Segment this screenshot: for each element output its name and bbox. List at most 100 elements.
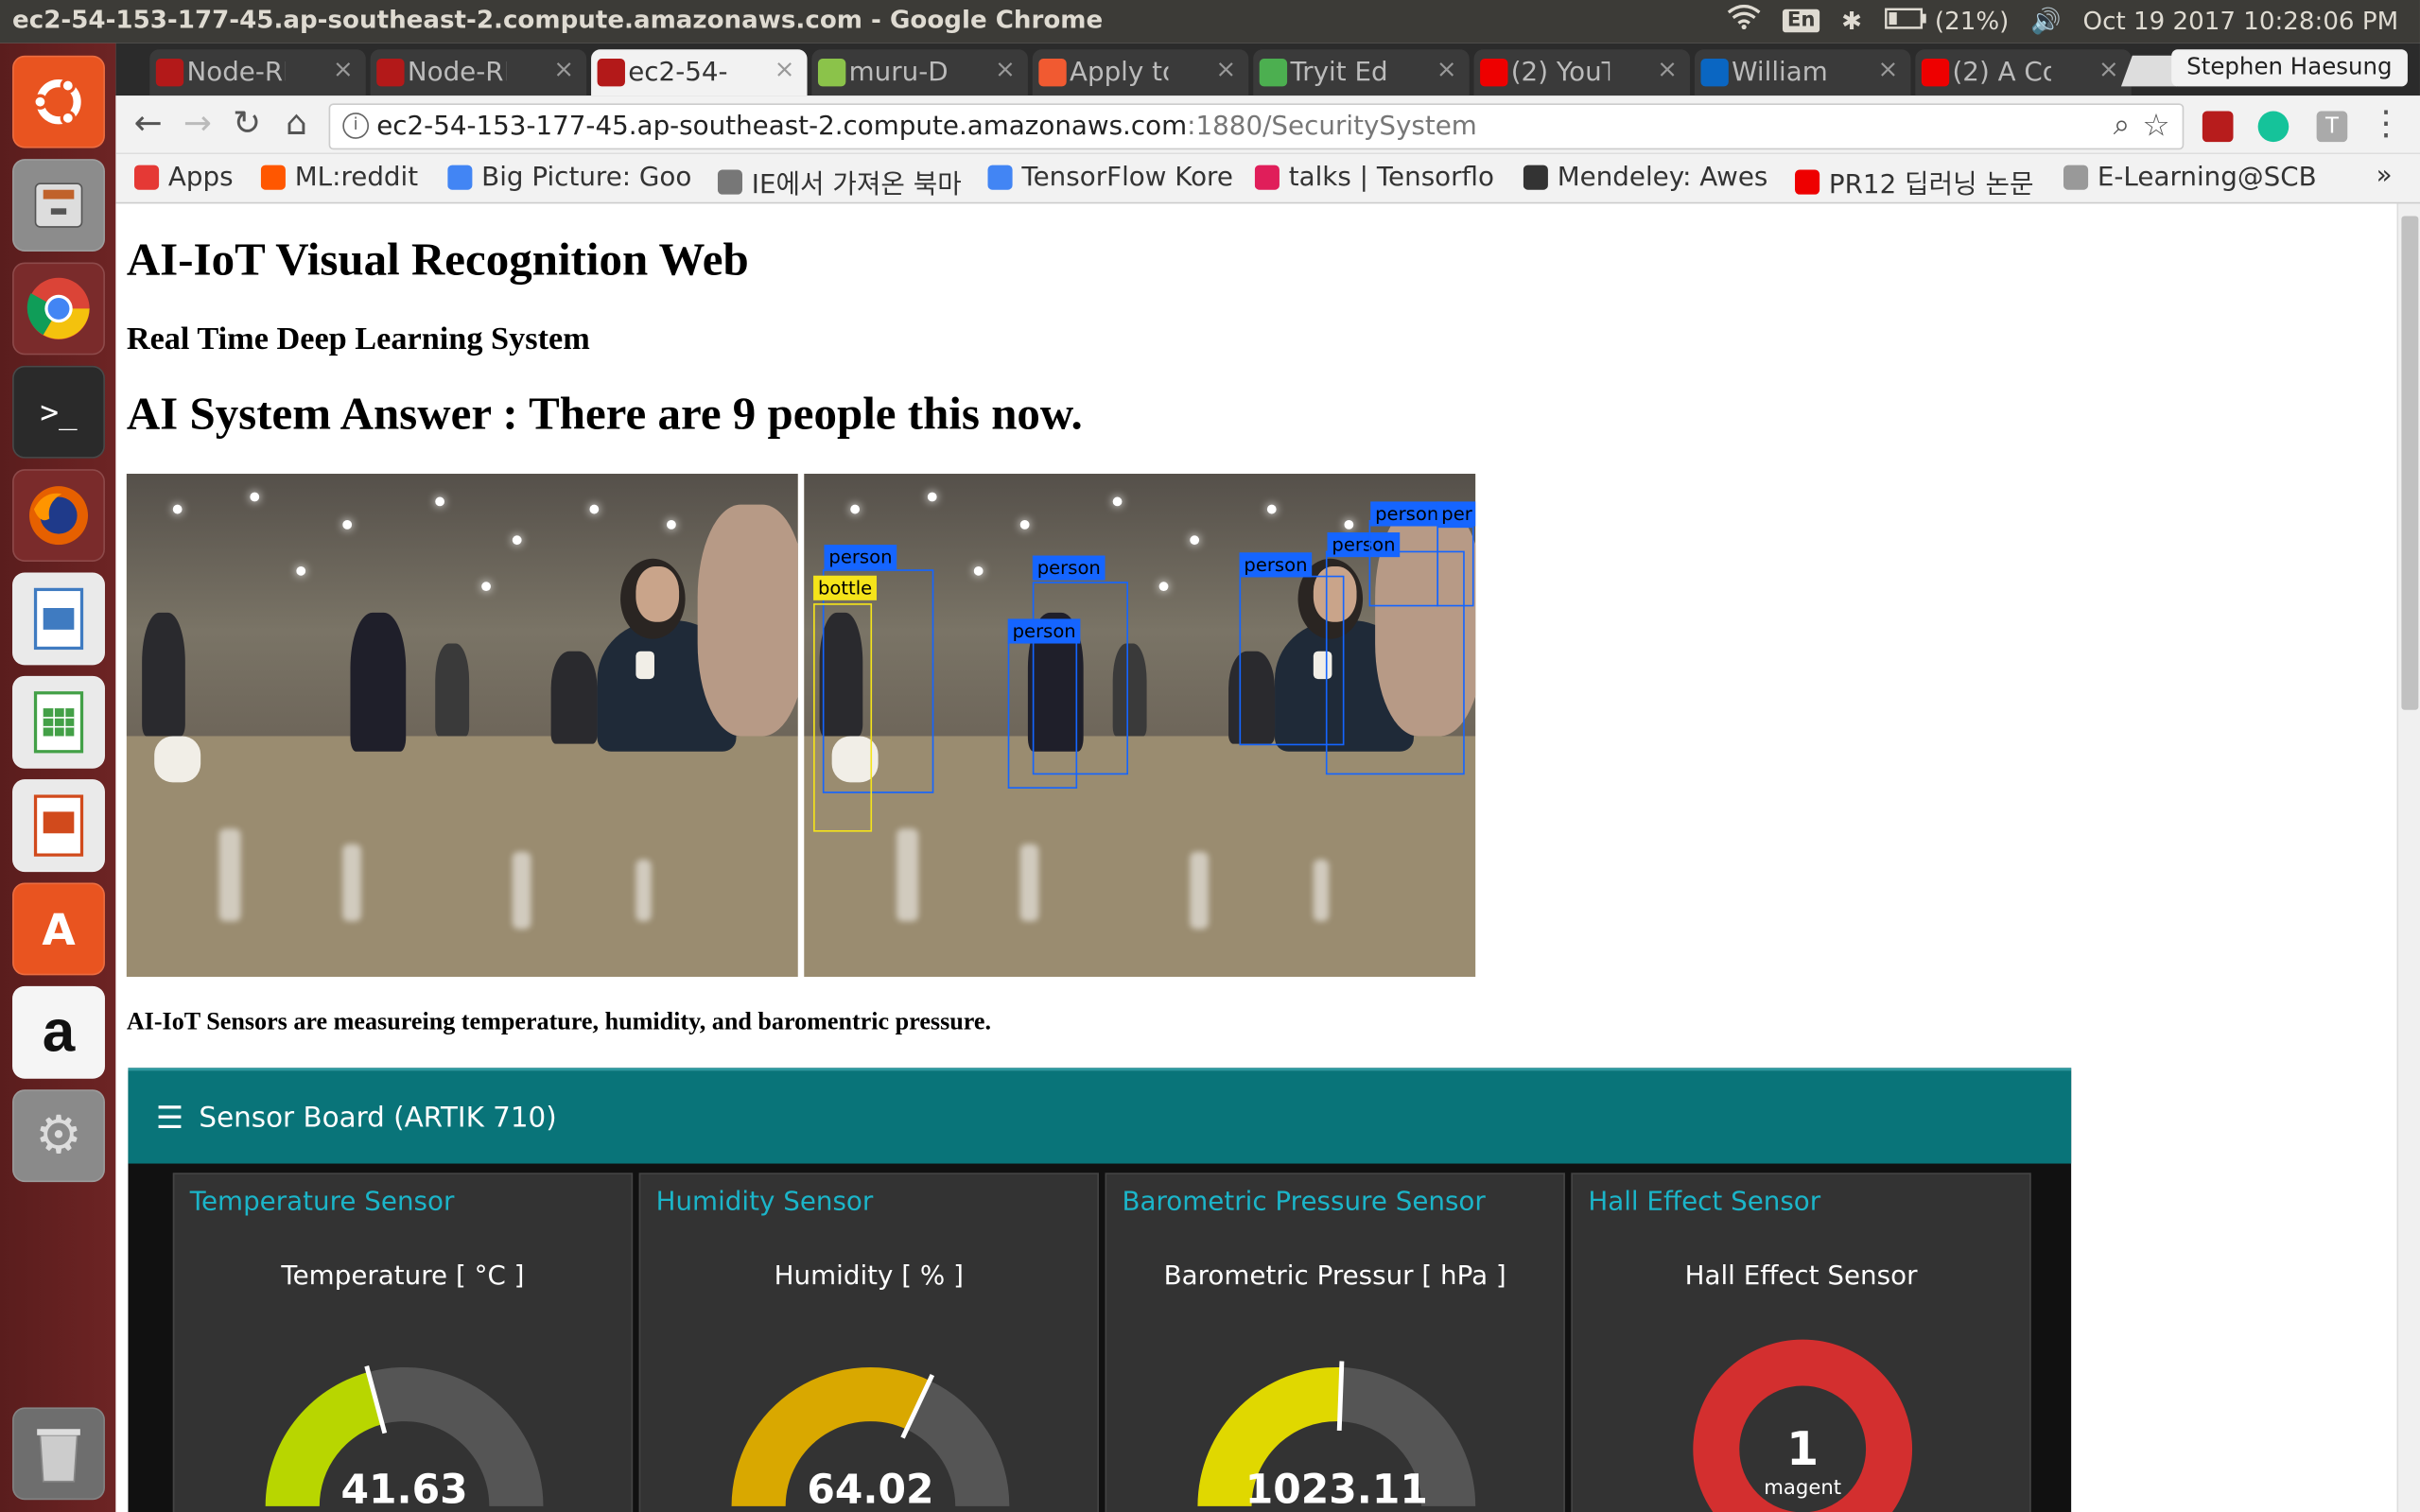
ubuntu-icon[interactable]: [12, 55, 105, 148]
mendeley-extension-icon[interactable]: [2202, 111, 2234, 143]
chrome-icon[interactable]: [12, 262, 105, 356]
software-center-icon[interactable]: A: [12, 882, 105, 976]
close-tab-icon[interactable]: ×: [1657, 54, 1678, 83]
donut-unit: magent: [1764, 1476, 1841, 1500]
keyboard-layout-indicator[interactable]: En: [1782, 8, 1820, 32]
grammarly-extension-icon[interactable]: [2257, 111, 2289, 143]
impress-icon[interactable]: [12, 779, 105, 873]
bookmark-item[interactable]: ML:reddit: [260, 162, 418, 193]
browser-toolbar: ← → ↻ ⌂ i ec2-54-153-177-45.ap-southeast…: [115, 96, 2420, 155]
bookmark-icon: [260, 165, 286, 190]
bookmark-item[interactable]: TensorFlow Kore: [987, 162, 1233, 193]
profile-button[interactable]: Stephen Haesung: [2170, 49, 2408, 87]
camera-image: [126, 474, 798, 978]
battery-icon: [1884, 7, 1925, 28]
tab[interactable]: (2) A Cou ×: [1915, 49, 2132, 96]
page-subtitle: Real Time Deep Learning System: [126, 319, 590, 356]
tab-favicon-icon: [597, 59, 625, 87]
bookmark-item[interactable]: IE에서 가져온 북마: [717, 162, 962, 201]
sensor-card: Barometric Pressure Sensor Barometric Pre…: [1105, 1173, 1565, 1512]
battery-indicator[interactable]: (21%): [1884, 6, 2009, 35]
detection-box: [813, 603, 873, 832]
bookmark-star-icon[interactable]: ☆: [2142, 107, 2169, 144]
terminal-icon[interactable]: >_: [12, 365, 105, 459]
scrollbar-thumb[interactable]: [2401, 216, 2419, 710]
tab[interactable]: (2) YouTu ×: [1473, 49, 1691, 96]
bookmark-item[interactable]: PR12 딥러닝 논문: [1795, 162, 2033, 200]
forward-button[interactable]: →: [178, 105, 218, 144]
back-button[interactable]: ←: [128, 105, 167, 144]
bookmark-item[interactable]: E-Learning@SCB: [2063, 162, 2317, 193]
detection-label: person: [1032, 555, 1106, 581]
bookmark-item[interactable]: talks | Tensorflo: [1254, 162, 1495, 193]
tab[interactable]: William Y ×: [1694, 49, 1911, 96]
firefox-icon[interactable]: [12, 469, 105, 563]
unity-launcher: >_ A a ⚙: [0, 43, 116, 1512]
close-tab-icon[interactable]: ×: [1877, 54, 1898, 83]
bookmarks-overflow-button[interactable]: »: [2376, 161, 2393, 192]
dashboard-header: ☰ Sensor Board (ARTIK 710): [128, 1070, 2072, 1164]
bluetooth-icon[interactable]: ✱: [1841, 6, 1862, 35]
gauge: 64.02%0100: [731, 1366, 1010, 1512]
close-tab-icon[interactable]: ×: [1436, 54, 1457, 83]
writer-icon[interactable]: [12, 572, 105, 666]
bookmark-item[interactable]: Big Picture: Goo: [447, 162, 691, 193]
files-icon[interactable]: [12, 159, 105, 252]
close-tab-icon[interactable]: ×: [553, 54, 574, 83]
window-title: ec2-54-153-177-45.ap-southeast-2.compute…: [12, 4, 1104, 34]
volume-icon[interactable]: 🔊: [2030, 6, 2062, 35]
bookmark-icon: [447, 165, 473, 190]
close-tab-icon[interactable]: ×: [333, 54, 354, 83]
tab[interactable]: Node-RE ×: [370, 49, 587, 96]
tab-label: Node-RE: [407, 57, 506, 89]
detection-label: bottle: [813, 575, 878, 600]
info-icon[interactable]: i: [342, 113, 370, 139]
close-tab-icon[interactable]: ×: [2098, 54, 2119, 83]
detection-box: [1368, 519, 1439, 607]
page-scrollbar[interactable]: [2396, 203, 2420, 1512]
trash-icon[interactable]: [12, 1407, 105, 1501]
bookmark-item[interactable]: Apps: [133, 162, 234, 193]
web-page: AI-IoT Visual Recognition Web Real Time …: [115, 203, 2397, 1512]
close-tab-icon[interactable]: ×: [775, 54, 795, 83]
detection-label: person: [1007, 618, 1081, 644]
detection-image: person bottle person person person perso…: [804, 474, 1476, 978]
sensor-card: Temperature Sensor Temperature [ °C ] 41.6…: [172, 1173, 634, 1512]
zoom-icon[interactable]: ⌕: [2114, 108, 2130, 142]
wifi-icon[interactable]: [1727, 4, 1761, 36]
reload-button[interactable]: ↻: [227, 105, 267, 144]
tab-label: Tryit Edit: [1290, 57, 1388, 89]
tab-favicon-icon: [1038, 59, 1067, 87]
close-tab-icon[interactable]: ×: [1215, 54, 1236, 83]
address-bar[interactable]: i ec2-54-153-177-45.ap-southeast-2.compu…: [328, 103, 2185, 150]
gauge: 1023.11hPa02000: [1197, 1361, 1476, 1512]
bookmark-label: Mendeley: Awes: [1557, 162, 1768, 193]
bookmark-icon: [1523, 165, 1548, 190]
os-top-panel: ec2-54-153-177-45.ap-southeast-2.compute…: [0, 0, 2420, 43]
bookmark-icon: [1795, 168, 1820, 194]
clock[interactable]: Oct 19 2017 10:28:06 PM: [2083, 6, 2399, 35]
home-icon[interactable]: ⌂: [276, 105, 316, 144]
close-tab-icon[interactable]: ×: [995, 54, 1016, 83]
translate-extension-icon[interactable]: T: [2316, 111, 2348, 143]
calc-icon[interactable]: [12, 675, 105, 769]
hamburger-menu-icon[interactable]: ☰: [156, 1099, 183, 1136]
tab[interactable]: Apply to ×: [1032, 49, 1249, 96]
indicator-area: En ✱ (21%) 🔊 Oct 19 2017 10:28:06 PM: [1727, 4, 2399, 36]
chrome-menu-icon[interactable]: ⋮: [2369, 105, 2403, 144]
bookmark-label: IE에서 가져온 북마: [751, 169, 962, 201]
tab[interactable]: Node-RE ×: [149, 49, 366, 96]
tab-label: (2) YouTu: [1510, 57, 1610, 89]
tab-favicon-icon: [155, 59, 184, 87]
bookmarks-bar: Apps ML:reddit Big Picture: Goo IE에서 가져온 북마…: [115, 154, 2420, 204]
tab-label: Apply to: [1069, 57, 1169, 89]
detection-box: [1007, 640, 1078, 789]
bookmark-label: talks | Tensorflo: [1288, 162, 1495, 193]
tab-label: ec2-54-1: [628, 57, 727, 89]
tab[interactable]: Tryit Edit ×: [1253, 49, 1470, 96]
tab[interactable]: ec2-54-1 ×: [591, 49, 808, 96]
bookmark-item[interactable]: Mendeley: Awes: [1523, 162, 1768, 193]
tab[interactable]: muru-D - ×: [811, 49, 1028, 96]
settings-icon[interactable]: ⚙: [12, 1089, 105, 1183]
amazon-icon[interactable]: a: [12, 985, 105, 1079]
